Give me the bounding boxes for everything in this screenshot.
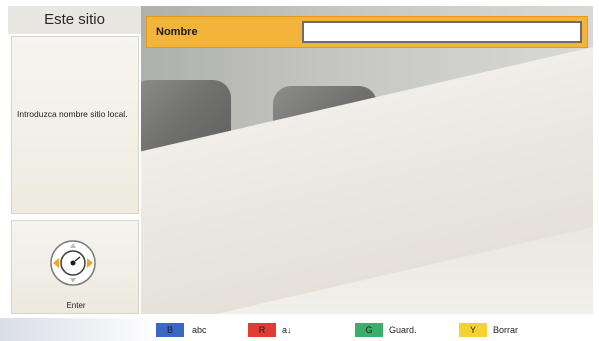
dpad-enter-icon[interactable] [49,239,97,287]
screen: Este sitio Introduzca nombre sitio local… [0,0,599,341]
key-b-label: abc [192,325,207,335]
name-field-row[interactable]: Nombre [146,16,588,48]
sidebar: Este sitio Introduzca nombre sitio local… [8,6,141,314]
page-title: Este sitio [8,6,141,34]
key-g-label: Guard. [389,325,417,335]
bottom-key-bar: B abc R a↓ G Guard. Y Borrar [0,318,599,341]
main-area: Nombre [141,6,593,314]
instruction-text: Introduzca nombre sitio local. [17,109,128,119]
info-panel: Introduzca nombre sitio local. [11,36,139,214]
name-input[interactable] [302,21,582,43]
key-r-badge[interactable]: R [248,323,276,337]
enter-label: Enter [66,301,86,310]
bottom-bar-shade [0,318,160,341]
name-label: Nombre [156,26,198,38]
key-r-label: a↓ [282,325,292,335]
key-b-badge[interactable]: B [156,323,184,337]
key-g-badge[interactable]: G [355,323,383,337]
key-y-label: Borrar [493,325,519,335]
navigation-panel: Enter [11,220,139,314]
key-y-badge[interactable]: Y [459,323,487,337]
